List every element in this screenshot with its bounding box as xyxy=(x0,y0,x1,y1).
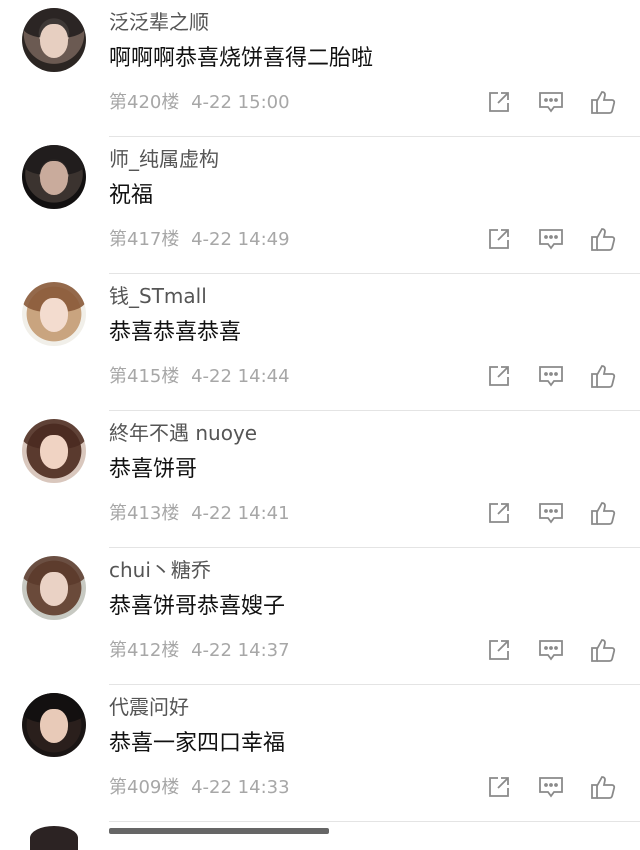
floor-number: 第412楼 xyxy=(109,640,180,661)
floor-number: 第420楼 xyxy=(109,92,180,113)
comment-text: 恭喜饼哥 xyxy=(109,457,198,482)
comment-actions xyxy=(462,361,618,391)
reply-button[interactable] xyxy=(536,772,566,802)
avatar[interactable] xyxy=(22,282,86,346)
comment-meta: 第412楼 4-22 14:37 xyxy=(109,639,290,663)
reply-button[interactable] xyxy=(536,87,566,117)
comment-text: 恭喜饼哥恭喜嫂子 xyxy=(109,594,286,619)
comment-item: chui丶糖乔 恭喜饼哥恭喜嫂子 第412楼 4-22 14:37 xyxy=(0,548,640,685)
share-button[interactable] xyxy=(484,361,514,391)
reply-button[interactable] xyxy=(536,635,566,665)
username[interactable]: chui丶糖乔 xyxy=(109,556,211,584)
comment-icon xyxy=(539,366,563,387)
like-icon xyxy=(591,776,616,799)
comment-meta: 第413楼 4-22 14:41 xyxy=(109,502,290,526)
timestamp: 4-22 14:37 xyxy=(191,640,290,661)
avatar[interactable] xyxy=(22,145,86,209)
like-icon xyxy=(591,502,616,525)
share-button[interactable] xyxy=(484,224,514,254)
like-icon xyxy=(591,228,616,251)
avatar[interactable] xyxy=(22,693,86,757)
comment-actions xyxy=(462,635,618,665)
floor-number: 第415楼 xyxy=(109,366,180,387)
reply-button[interactable] xyxy=(536,361,566,391)
comment-icon xyxy=(539,229,563,250)
comment-icon xyxy=(539,92,563,113)
comment-meta: 第409楼 4-22 14:33 xyxy=(109,776,290,800)
comment-actions xyxy=(462,772,618,802)
comment-feed: 泛泛辈之顺 啊啊啊恭喜烧饼喜得二胎啦 第420楼 4-22 15:00 师_纯属… xyxy=(0,0,640,822)
share-icon xyxy=(489,503,509,523)
like-icon xyxy=(591,639,616,662)
like-button[interactable] xyxy=(588,772,618,802)
share-icon xyxy=(489,777,509,797)
comment-icon xyxy=(539,640,563,661)
comment-text: 恭喜恭喜恭喜 xyxy=(109,320,242,345)
like-icon xyxy=(591,365,616,388)
avatar[interactable] xyxy=(22,8,86,72)
timestamp: 4-22 14:49 xyxy=(191,229,290,250)
floor-number: 第417楼 xyxy=(109,229,180,250)
comment-meta: 第420楼 4-22 15:00 xyxy=(109,91,290,115)
username[interactable]: 代震问好 xyxy=(109,693,189,721)
share-icon xyxy=(489,366,509,386)
share-button[interactable] xyxy=(484,498,514,528)
username[interactable]: 泛泛辈之顺 xyxy=(109,8,209,36)
reply-button[interactable] xyxy=(536,498,566,528)
comment-item: 終年不遇 nuoye 恭喜饼哥 第413楼 4-22 14:41 xyxy=(0,411,640,548)
comment-item: 钱_STmall 恭喜恭喜恭喜 第415楼 4-22 14:44 xyxy=(0,274,640,411)
comment-actions xyxy=(462,498,618,528)
comment-meta: 第415楼 4-22 14:44 xyxy=(109,365,290,389)
like-button[interactable] xyxy=(588,361,618,391)
avatar[interactable] xyxy=(22,419,86,483)
share-button[interactable] xyxy=(484,772,514,802)
comment-icon xyxy=(539,503,563,524)
comment-meta: 第417楼 4-22 14:49 xyxy=(109,228,290,252)
comment-text: 恭喜一家四口幸福 xyxy=(109,731,286,756)
timestamp: 4-22 14:41 xyxy=(191,503,290,524)
username[interactable]: 师_纯属虚构 xyxy=(109,145,219,173)
like-button[interactable] xyxy=(588,87,618,117)
share-icon xyxy=(489,92,509,112)
share-button[interactable] xyxy=(484,635,514,665)
floor-number: 第413楼 xyxy=(109,503,180,524)
timestamp: 4-22 15:00 xyxy=(191,92,290,113)
comment-actions xyxy=(462,87,618,117)
comment-item: 师_纯属虚构 祝福 第417楼 4-22 14:49 xyxy=(0,137,640,274)
comment-icon xyxy=(539,777,563,798)
avatar[interactable] xyxy=(30,826,78,850)
like-button[interactable] xyxy=(588,635,618,665)
comment-actions xyxy=(462,224,618,254)
username[interactable]: 終年不遇 nuoye xyxy=(109,419,257,447)
like-button[interactable] xyxy=(588,224,618,254)
reply-button[interactable] xyxy=(536,224,566,254)
username[interactable]: 钱_STmall xyxy=(109,282,207,310)
comment-text: 祝福 xyxy=(109,183,154,208)
comment-item: 泛泛辈之顺 啊啊啊恭喜烧饼喜得二胎啦 第420楼 4-22 15:00 xyxy=(0,0,640,137)
like-button[interactable] xyxy=(588,498,618,528)
like-icon xyxy=(591,91,616,114)
share-icon xyxy=(489,640,509,660)
comment-text: 啊啊啊恭喜烧饼喜得二胎啦 xyxy=(109,46,374,71)
timestamp: 4-22 14:33 xyxy=(191,777,290,798)
comment-item: 代震问好 恭喜一家四口幸福 第409楼 4-22 14:33 xyxy=(0,685,640,822)
username xyxy=(109,828,329,834)
floor-number: 第409楼 xyxy=(109,777,180,798)
share-button[interactable] xyxy=(484,87,514,117)
share-icon xyxy=(489,229,509,249)
timestamp: 4-22 14:44 xyxy=(191,366,290,387)
avatar[interactable] xyxy=(22,556,86,620)
comment-item-cutoff xyxy=(0,822,640,850)
